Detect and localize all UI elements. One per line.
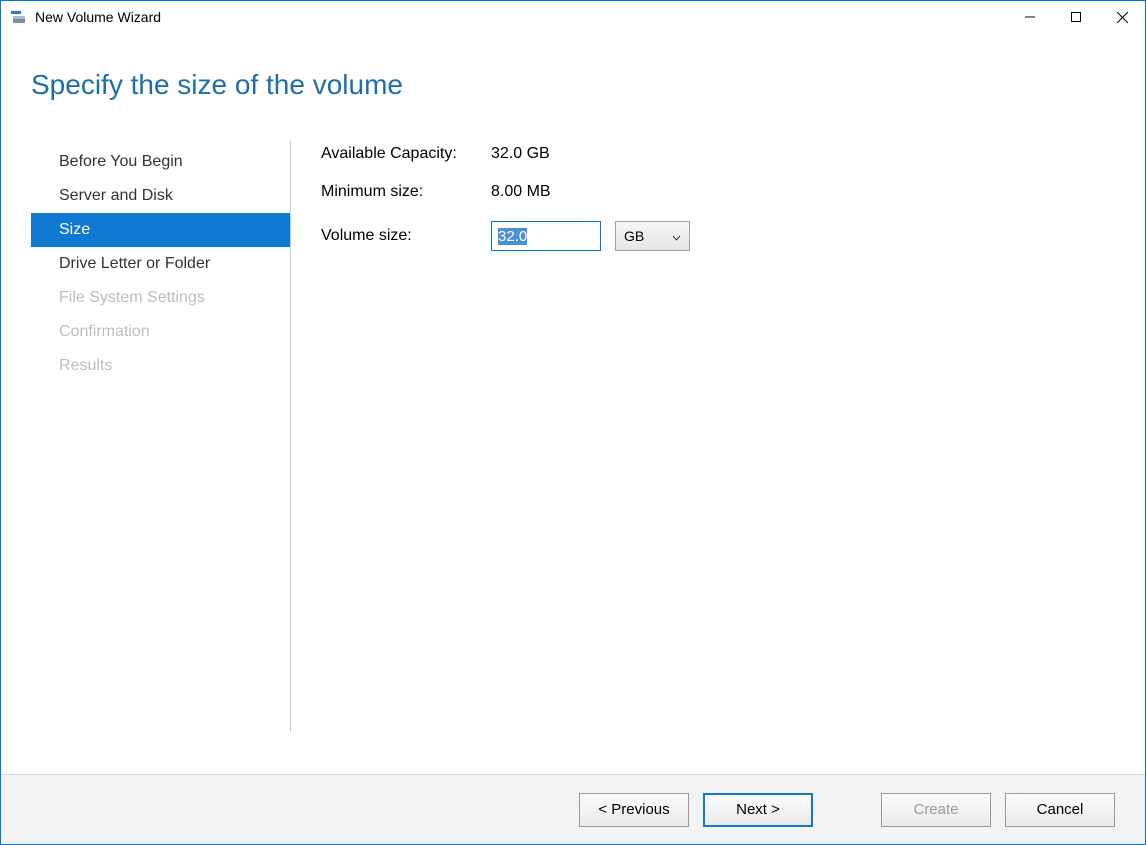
minimum-size-label: Minimum size: [321, 183, 491, 201]
next-button[interactable]: Next > [703, 793, 813, 827]
close-button[interactable] [1099, 1, 1145, 33]
unit-select[interactable]: GB [615, 221, 690, 251]
window-title: New Volume Wizard [35, 9, 161, 25]
step-before-you-begin[interactable]: Before You Begin [31, 145, 290, 179]
step-server-and-disk[interactable]: Server and Disk [31, 179, 290, 213]
previous-button[interactable]: < Previous [579, 793, 689, 827]
minimize-button[interactable] [1007, 1, 1053, 33]
volume-size-input[interactable] [491, 221, 601, 251]
volume-size-label: Volume size: [321, 227, 491, 245]
row-minimum-size: Minimum size: 8.00 MB [321, 183, 1115, 201]
step-file-system: File System Settings [31, 281, 290, 315]
unit-select-value: GB [624, 228, 644, 244]
step-confirmation: Confirmation [31, 315, 290, 349]
minimum-size-value: 8.00 MB [491, 183, 551, 201]
titlebar: New Volume Wizard [1, 1, 1145, 33]
chevron-down-icon [672, 228, 681, 244]
maximize-button[interactable] [1053, 1, 1099, 33]
row-volume-size: Volume size: GB [321, 221, 1115, 251]
app-icon [9, 8, 27, 26]
wizard-footer: < Previous Next > Create Cancel [1, 774, 1145, 844]
cancel-button[interactable]: Cancel [1005, 793, 1115, 827]
step-results: Results [31, 349, 290, 383]
available-capacity-label: Available Capacity: [321, 145, 491, 163]
wizard-steps: Before You Begin Server and Disk Size Dr… [31, 141, 291, 732]
create-button: Create [881, 793, 991, 827]
step-size[interactable]: Size [31, 213, 290, 247]
row-available-capacity: Available Capacity: 32.0 GB [321, 145, 1115, 163]
step-drive-letter[interactable]: Drive Letter or Folder [31, 247, 290, 281]
page-heading: Specify the size of the volume [1, 33, 1145, 101]
available-capacity-value: 32.0 GB [491, 145, 550, 163]
wizard-content: Available Capacity: 32.0 GB Minimum size… [291, 141, 1115, 732]
wizard-body: Before You Begin Server and Disk Size Dr… [1, 101, 1145, 732]
